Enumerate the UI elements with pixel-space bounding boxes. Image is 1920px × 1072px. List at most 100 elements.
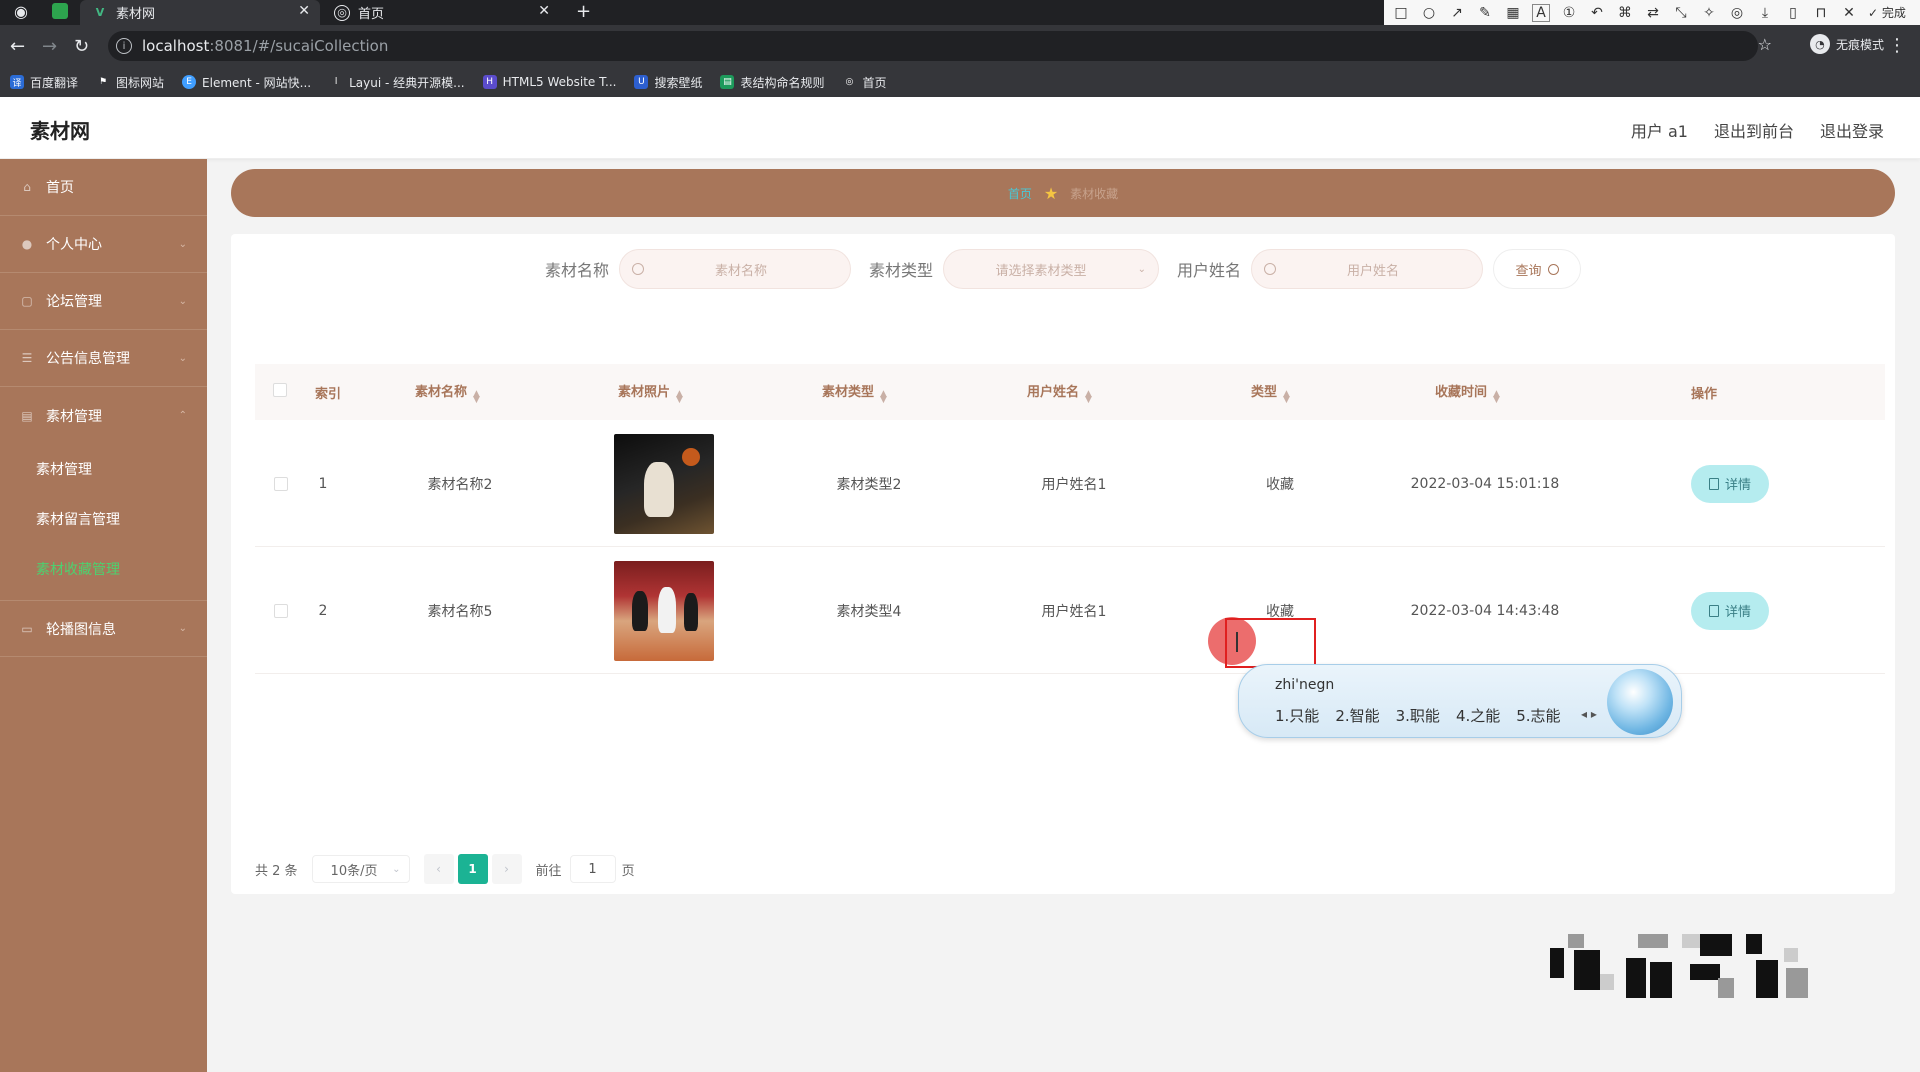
ime-candidate[interactable]: 2.智能: [1335, 705, 1379, 726]
goto-page-input[interactable]: 1: [569, 855, 616, 883]
ime-candidate[interactable]: 1.只能: [1275, 705, 1319, 726]
sidebar-item-carousel[interactable]: ▭ 轮播图信息 ⌄: [0, 600, 207, 657]
scale-icon[interactable]: ⤡: [1672, 5, 1690, 21]
phone-icon[interactable]: ▯: [1784, 5, 1802, 21]
sort-icon[interactable]: ▲ ▼: [1283, 390, 1290, 405]
url-input[interactable]: i localhost:8081/#/sucaiCollection: [108, 31, 1758, 61]
detail-button[interactable]: 详情: [1691, 591, 1769, 630]
url-host: localhost: [142, 37, 210, 55]
cancel-icon[interactable]: ✕: [1840, 5, 1858, 21]
sidebar-subitem-material-comments[interactable]: 素材留言管理: [0, 494, 207, 544]
document-icon: [1708, 604, 1719, 617]
row-user: 用户姓名1: [1041, 603, 1107, 620]
back-to-frontend-link[interactable]: 退出到前台: [1714, 118, 1794, 142]
bookmark-label: 首页: [862, 75, 887, 90]
sidebar-subitem-material-collection[interactable]: 素材收藏管理: [0, 544, 207, 594]
ime-candidate[interactable]: 5.志能: [1516, 705, 1560, 726]
download-icon[interactable]: ⤓: [1756, 5, 1774, 21]
incognito-indicator[interactable]: ◔ 无痕模式: [1809, 34, 1884, 54]
pinned-tab-icon[interactable]: [52, 3, 68, 19]
ime-candidate[interactable]: 4.之能: [1456, 705, 1500, 726]
bookmark-item[interactable]: ⚑ 图标网站: [96, 74, 164, 91]
watermark-qr-pattern: [1550, 934, 1814, 1004]
header-user-cell[interactable]: 用户姓名 ▲ ▼: [1027, 381, 1092, 405]
color-picker-icon[interactable]: ✧: [1700, 5, 1718, 21]
breadcrumb-home[interactable]: 首页: [1008, 185, 1032, 202]
row-checkbox[interactable]: [271, 420, 291, 547]
row-checkbox[interactable]: [271, 547, 291, 674]
sidebar-item-notice[interactable]: ☰ 公告信息管理 ⌄: [0, 330, 207, 387]
chevron-down-icon: ⌄: [392, 863, 401, 875]
forward-icon[interactable]: →: [42, 36, 57, 57]
page-number-button[interactable]: 1: [457, 854, 488, 884]
tab-sucaiwang[interactable]: V 素材网 ✕: [80, 0, 320, 25]
sort-icon[interactable]: ▲ ▼: [676, 390, 683, 405]
bookmark-item[interactable]: ▤ 表结构命名规则: [720, 74, 824, 91]
ellipse-tool-icon[interactable]: ○: [1420, 5, 1438, 21]
pin-icon[interactable]: ⌘: [1616, 5, 1634, 21]
search-icon: [1264, 263, 1277, 275]
header-time-cell[interactable]: 收藏时间 ▲ ▼: [1435, 381, 1500, 405]
sidebar-item-material[interactable]: ▤ 素材管理 ⌃: [0, 387, 207, 444]
bookmark-star-icon[interactable]: ☆: [1758, 35, 1772, 54]
text-tool-icon[interactable]: A: [1532, 3, 1550, 22]
bookmark-item[interactable]: 译百度翻译: [10, 74, 78, 91]
translate-icon: 译: [10, 75, 24, 89]
page-size-select[interactable]: 10条/页 ⌄: [311, 855, 410, 883]
translate-icon[interactable]: ⇄: [1644, 5, 1662, 21]
record-icon[interactable]: ◎: [1728, 5, 1746, 21]
number-tool-icon[interactable]: ①: [1560, 5, 1578, 21]
new-tab-icon[interactable]: +: [576, 1, 591, 22]
material-photo-basketball-game[interactable]: [614, 560, 714, 661]
material-name-input[interactable]: 素材名称: [618, 249, 851, 289]
ime-page-arrows-icon[interactable]: ◂ ▸: [1581, 707, 1597, 721]
brand-title: 素材网: [30, 119, 90, 143]
sort-icon[interactable]: ▲ ▼: [1493, 390, 1500, 405]
rectangle-tool-icon[interactable]: □: [1392, 5, 1410, 21]
bookmark-icon[interactable]: ⊓: [1812, 5, 1830, 21]
material-type-select[interactable]: 请选择素材类型 ⌄: [943, 249, 1159, 289]
header-kind-cell[interactable]: 类型 ▲ ▼: [1251, 381, 1290, 405]
logout-link[interactable]: 退出登录: [1820, 118, 1884, 142]
back-icon[interactable]: ←: [10, 36, 25, 57]
mosaic-tool-icon[interactable]: ▦: [1504, 5, 1522, 21]
more-menu-icon[interactable]: ⋮: [1888, 35, 1906, 56]
ime-candidate[interactable]: 3.职能: [1396, 705, 1440, 726]
sidebar-item-profile[interactable]: ● 个人中心 ⌄: [0, 216, 207, 273]
reload-icon[interactable]: ↻: [74, 36, 89, 57]
detail-button[interactable]: 详情: [1691, 464, 1769, 503]
collection-panel: 素材名称 素材名称 素材类型 请选择素材类型 ⌄ 用户姓名 用户姓名 查询 索引…: [231, 234, 1895, 894]
done-button[interactable]: ✓ 完成: [1868, 4, 1906, 21]
bookmark-item[interactable]: H HTML5 Website T...: [482, 75, 616, 89]
header-name-cell[interactable]: 素材名称 ▲ ▼: [415, 381, 480, 405]
sidebar-subitem-material-manage[interactable]: 素材管理: [0, 444, 207, 494]
sort-icon[interactable]: ▲ ▼: [1085, 390, 1092, 405]
pen-tool-icon[interactable]: ✎: [1476, 5, 1494, 21]
sidebar-item-home[interactable]: ⌂ 首页: [0, 159, 207, 216]
bookmark-item[interactable]: l Layui - 经典开源模...: [329, 74, 465, 91]
header-type-cell[interactable]: 素材类型 ▲ ▼: [822, 381, 887, 405]
close-tab-icon[interactable]: ✕: [538, 3, 550, 19]
close-tab-icon[interactable]: ✕: [298, 3, 310, 19]
query-button[interactable]: 查询: [1493, 249, 1582, 289]
prev-page-icon[interactable]: ‹: [423, 854, 454, 884]
material-photo-basketball[interactable]: [614, 433, 714, 534]
select-all-checkbox[interactable]: [273, 383, 287, 401]
tab-home[interactable]: ◎ 首页 ✕: [322, 0, 560, 25]
sort-icon[interactable]: ▲ ▼: [880, 390, 887, 405]
bookmark-item[interactable]: ◎ 首页: [842, 74, 887, 91]
bookmark-item[interactable]: E Element - 网站快...: [182, 74, 311, 91]
bookmark-item[interactable]: U 搜索壁纸: [634, 74, 702, 91]
next-page-icon[interactable]: ›: [491, 854, 522, 884]
user-name-input[interactable]: 用户姓名: [1251, 249, 1484, 289]
browser-menu-icon[interactable]: ◉: [14, 2, 28, 21]
carousel-icon: ▭: [21, 621, 33, 636]
info-icon[interactable]: i: [116, 38, 132, 54]
header-photo-cell[interactable]: 素材照片 ▲ ▼: [618, 381, 683, 405]
user-name-link[interactable]: 用户 a1: [1631, 118, 1688, 142]
sort-icon[interactable]: ▲ ▼: [473, 390, 480, 405]
undo-icon[interactable]: ↶: [1588, 5, 1606, 21]
vue-logo-icon: V: [95, 6, 105, 19]
sidebar-item-forum[interactable]: ▢ 论坛管理 ⌄: [0, 273, 207, 330]
arrow-tool-icon[interactable]: ↗: [1448, 5, 1466, 21]
